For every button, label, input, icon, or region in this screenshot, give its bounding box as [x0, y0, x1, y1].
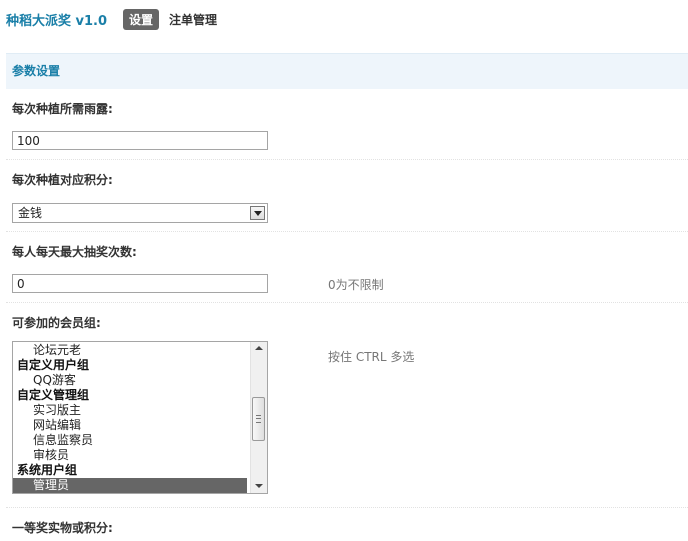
- list-item[interactable]: 实习版主: [13, 403, 247, 418]
- credit-type-select[interactable]: 金钱: [12, 203, 268, 223]
- list-item[interactable]: 论坛元老: [13, 343, 247, 358]
- list-item[interactable]: QQ游客: [13, 373, 247, 388]
- row-first-prize: 一等奖实物或积分:: [6, 508, 688, 541]
- list-item[interactable]: 网站编辑: [13, 418, 247, 433]
- first-prize-label: 一等奖实物或积分:: [12, 521, 113, 535]
- scroll-down-arrow-icon[interactable]: [251, 479, 267, 493]
- max-draws-label: 每人每天最大抽奖次数:: [12, 245, 137, 259]
- max-draws-hint: 0为不限制: [328, 278, 384, 292]
- credit-type-selected: 金钱: [18, 206, 43, 220]
- section-title: 参数设置: [6, 53, 688, 89]
- tab-order-management[interactable]: 注单管理: [169, 9, 223, 30]
- listbox-scrollbar[interactable]: [250, 342, 267, 493]
- chevron-down-icon[interactable]: [250, 206, 265, 220]
- tab-settings[interactable]: 设置: [123, 8, 160, 30]
- rain-cost-label: 每次种植所需雨露:: [12, 102, 113, 116]
- scrollbar-thumb[interactable]: [252, 397, 265, 441]
- list-group-header: 自定义用户组: [17, 358, 90, 372]
- list-item[interactable]: 审核员: [13, 448, 247, 463]
- max-draws-input[interactable]: [12, 274, 268, 293]
- member-groups-label: 可参加的会员组:: [12, 316, 101, 330]
- row-max-draws: 每人每天最大抽奖次数: 0为不限制: [6, 232, 688, 303]
- rain-cost-input[interactable]: [12, 131, 268, 150]
- row-credit-type: 每次种植对应积分: 金钱: [6, 160, 688, 232]
- row-member-groups: 可参加的会员组: 论坛元老 自定义用户组 QQ游客 自定义管理组 实习版主 网站…: [6, 303, 688, 508]
- listbox-options: 论坛元老 自定义用户组 QQ游客 自定义管理组 实习版主 网站编辑 信息监察员 …: [13, 343, 247, 493]
- member-groups-hint: 按住 CTRL 多选: [328, 350, 415, 364]
- list-item-selected[interactable]: 管理员: [13, 478, 247, 493]
- list-group-header: 系统用户组: [17, 463, 78, 477]
- scroll-up-arrow-icon[interactable]: [251, 342, 267, 356]
- header: 种稻大派奖 v1.0 设置 注单管理: [6, 8, 233, 30]
- list-item[interactable]: 信息监察员: [13, 433, 247, 448]
- row-rain-cost: 每次种植所需雨露:: [6, 89, 688, 160]
- list-group-header: 自定义管理组: [17, 388, 90, 402]
- credit-type-label: 每次种植对应积分:: [12, 173, 113, 187]
- app-title: 种稻大派奖 v1.0: [6, 13, 108, 29]
- member-groups-listbox[interactable]: 论坛元老 自定义用户组 QQ游客 自定义管理组 实习版主 网站编辑 信息监察员 …: [12, 341, 268, 494]
